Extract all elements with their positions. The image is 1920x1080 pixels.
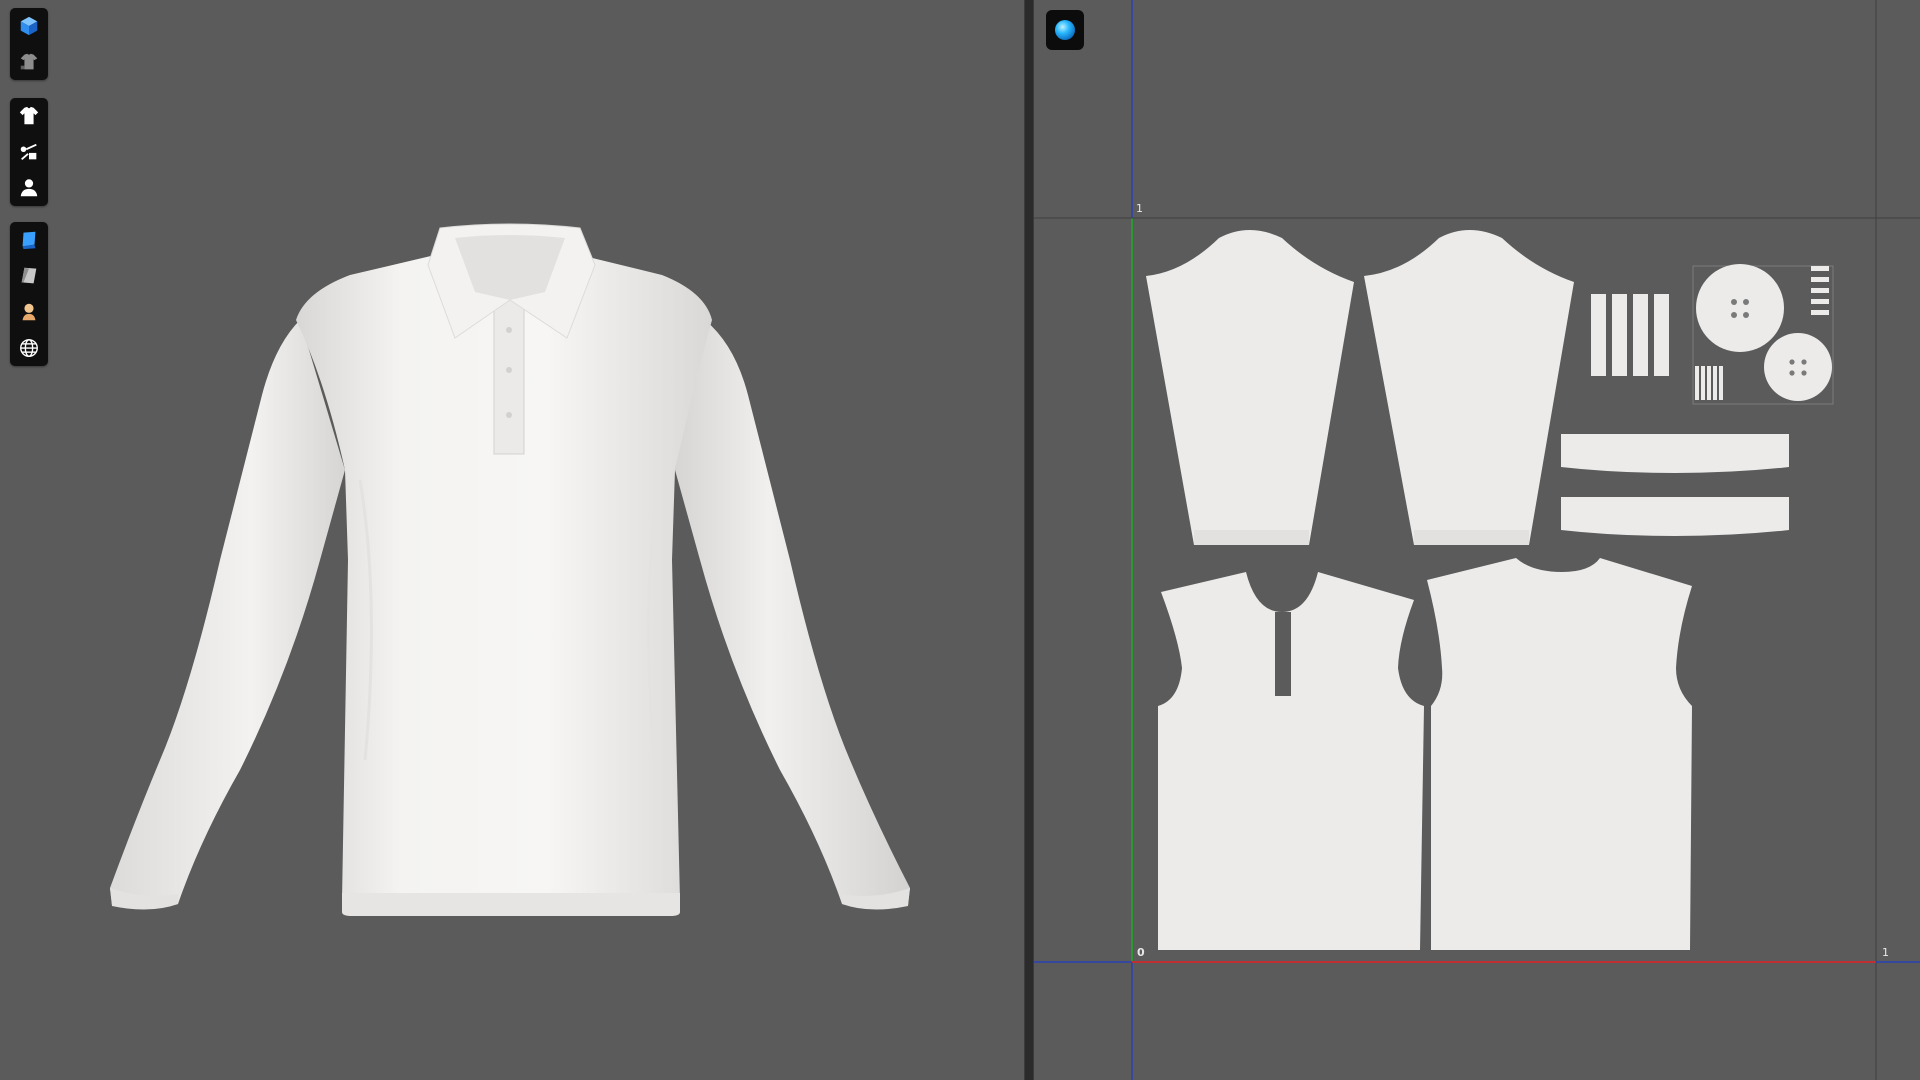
shirt-button — [506, 327, 512, 333]
3d-garment-render[interactable] — [0, 0, 1024, 1080]
uv-piece-right-sleeve — [1364, 230, 1574, 545]
uv-piece-placket-strip — [1591, 294, 1606, 376]
shirt-button — [506, 367, 512, 373]
right-sleeve — [675, 320, 910, 909]
panel-divider[interactable] — [1024, 0, 1034, 1080]
uv-placket-slit — [1275, 612, 1291, 696]
placket — [493, 299, 525, 455]
uv-u-right-label: 1 — [1882, 946, 1889, 959]
uv-origin-label: 0 — [1137, 946, 1145, 959]
uv-layout-canvas[interactable]: 1 0 1 — [1034, 0, 1920, 1080]
uv-v-top-label: 1 — [1136, 202, 1143, 215]
uv-piece-left-sleeve — [1146, 230, 1354, 545]
uv-piece-back-panel — [1427, 558, 1692, 950]
shirt-button — [506, 412, 512, 418]
left-sleeve — [110, 320, 345, 909]
uv-piece-placket-strip — [1612, 294, 1627, 376]
3d-viewport[interactable] — [0, 0, 1024, 1080]
uv-piece-button — [1696, 264, 1784, 352]
app-window: 1 0 1 — [0, 0, 1920, 1080]
uv-piece-button — [1764, 333, 1832, 401]
uv-piece-placket-strip — [1633, 294, 1648, 376]
uv-piece-placket-strip — [1654, 294, 1669, 376]
uv-editor-panel[interactable]: 1 0 1 — [1034, 0, 1920, 1080]
uv-piece-collar-band — [1561, 434, 1789, 473]
uv-piece-cuff-band — [1561, 497, 1789, 536]
